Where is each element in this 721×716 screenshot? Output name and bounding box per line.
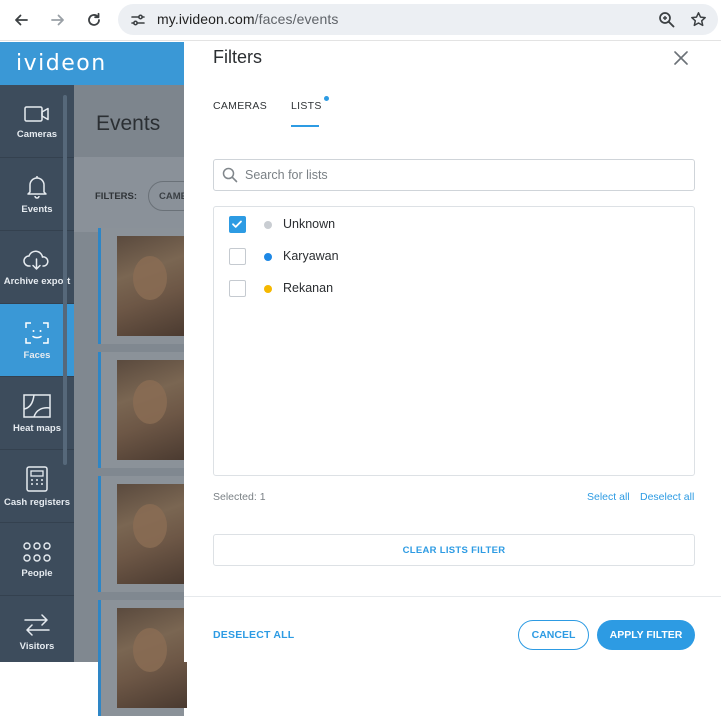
reload-button[interactable] xyxy=(83,9,105,31)
lists-container: Unknown Karyawan Rekanan xyxy=(213,206,695,476)
event-card[interactable] xyxy=(98,600,187,716)
sidebar-label: People xyxy=(21,567,53,579)
sidebar-item-visitors[interactable]: Visitors xyxy=(0,596,74,662)
forward-button[interactable] xyxy=(47,9,69,31)
face-photo xyxy=(117,608,187,708)
list-label: Unknown xyxy=(283,217,336,231)
search-input[interactable] xyxy=(245,160,685,190)
events-title: Events xyxy=(96,112,161,135)
sidebar-scrollbar[interactable] xyxy=(63,95,67,465)
list-item-karyawan[interactable]: Karyawan xyxy=(214,240,694,272)
camera-icon xyxy=(24,105,49,122)
deselect-all-button[interactable]: DESELECT ALL xyxy=(213,629,294,641)
bookmark-star-icon[interactable] xyxy=(690,11,707,28)
tab-cameras[interactable]: CAMERAS xyxy=(213,100,267,112)
cancel-button[interactable]: CANCEL xyxy=(518,620,589,650)
app-header: ivideon xyxy=(0,42,184,85)
sidebar-item-people[interactable]: People xyxy=(0,523,74,596)
cash-register-icon xyxy=(26,465,48,492)
sidebar-label: Heat maps xyxy=(12,422,62,434)
list-label: Karyawan xyxy=(283,249,339,263)
sidebar: Cameras Events Archive export Faces Heat… xyxy=(0,85,74,662)
bell-icon xyxy=(27,175,47,199)
site-settings-icon xyxy=(131,14,145,26)
back-button[interactable] xyxy=(10,9,32,31)
face-photo xyxy=(117,484,187,584)
footer-divider xyxy=(184,596,721,597)
ivideon-logo[interactable]: ivideon xyxy=(16,51,107,76)
selected-count: Selected: 1 xyxy=(213,491,266,503)
reload-icon xyxy=(88,12,100,26)
heat-map-icon xyxy=(23,393,51,418)
sidebar-label: Faces xyxy=(23,349,51,361)
search-field[interactable] xyxy=(213,159,695,191)
url-domain: my.ivideon.com xyxy=(157,11,255,27)
filter-chip-label: CAME xyxy=(159,191,187,202)
visitors-icon xyxy=(24,613,50,636)
filters-label: FILTERS: xyxy=(95,191,138,202)
list-item-unknown[interactable]: Unknown xyxy=(214,208,694,240)
tab-lists[interactable]: LISTS xyxy=(291,100,322,112)
url-text[interactable]: my.ivideon.com/faces/events xyxy=(157,11,338,27)
face-photo xyxy=(117,236,187,336)
active-tab-underline xyxy=(291,125,319,127)
sidebar-label: Cash registers xyxy=(3,496,70,508)
filters-dialog: Filters CAMERAS LISTS Unknown Karyawan R… xyxy=(184,42,721,662)
browser-toolbar: my.ivideon.com/faces/events xyxy=(0,0,721,41)
sidebar-label: Visitors xyxy=(19,640,55,652)
dialog-title: Filters xyxy=(213,47,262,67)
sidebar-label: Events xyxy=(21,203,53,215)
clear-lists-filter-button[interactable]: CLEAR LISTS FILTER xyxy=(213,534,695,566)
close-button[interactable] xyxy=(670,47,692,69)
people-icon xyxy=(23,541,51,562)
list-label: Rekanan xyxy=(283,281,334,295)
face-photo xyxy=(117,360,187,460)
deselect-all-link[interactable]: Deselect all xyxy=(640,491,694,503)
tab-indicator-dot xyxy=(324,96,329,101)
cloud-download-icon xyxy=(23,250,49,270)
sidebar-label: Archive export xyxy=(3,275,71,287)
list-color-dot xyxy=(264,253,272,261)
arrow-left-icon xyxy=(15,14,28,26)
checkmark-icon xyxy=(232,220,242,228)
list-color-dot xyxy=(264,221,272,229)
list-item-rekanan[interactable]: Rekanan xyxy=(214,272,694,304)
sidebar-label: Cameras xyxy=(16,128,58,140)
list-checkbox[interactable] xyxy=(229,216,246,233)
face-scan-icon xyxy=(25,321,49,344)
event-card[interactable] xyxy=(98,476,187,592)
url-path: /faces/events xyxy=(254,11,339,27)
zoom-icon[interactable] xyxy=(658,11,675,28)
event-card[interactable] xyxy=(98,228,187,344)
event-card[interactable] xyxy=(98,352,187,468)
address-bar[interactable]: my.ivideon.com/faces/events xyxy=(118,4,718,35)
list-checkbox[interactable] xyxy=(229,280,246,297)
search-icon xyxy=(222,167,238,183)
close-icon xyxy=(674,51,688,65)
arrow-right-icon xyxy=(51,14,64,26)
select-all-link[interactable]: Select all xyxy=(587,491,630,503)
apply-filter-button[interactable]: APPLY FILTER xyxy=(597,620,695,650)
list-checkbox[interactable] xyxy=(229,248,246,265)
list-color-dot xyxy=(264,285,272,293)
